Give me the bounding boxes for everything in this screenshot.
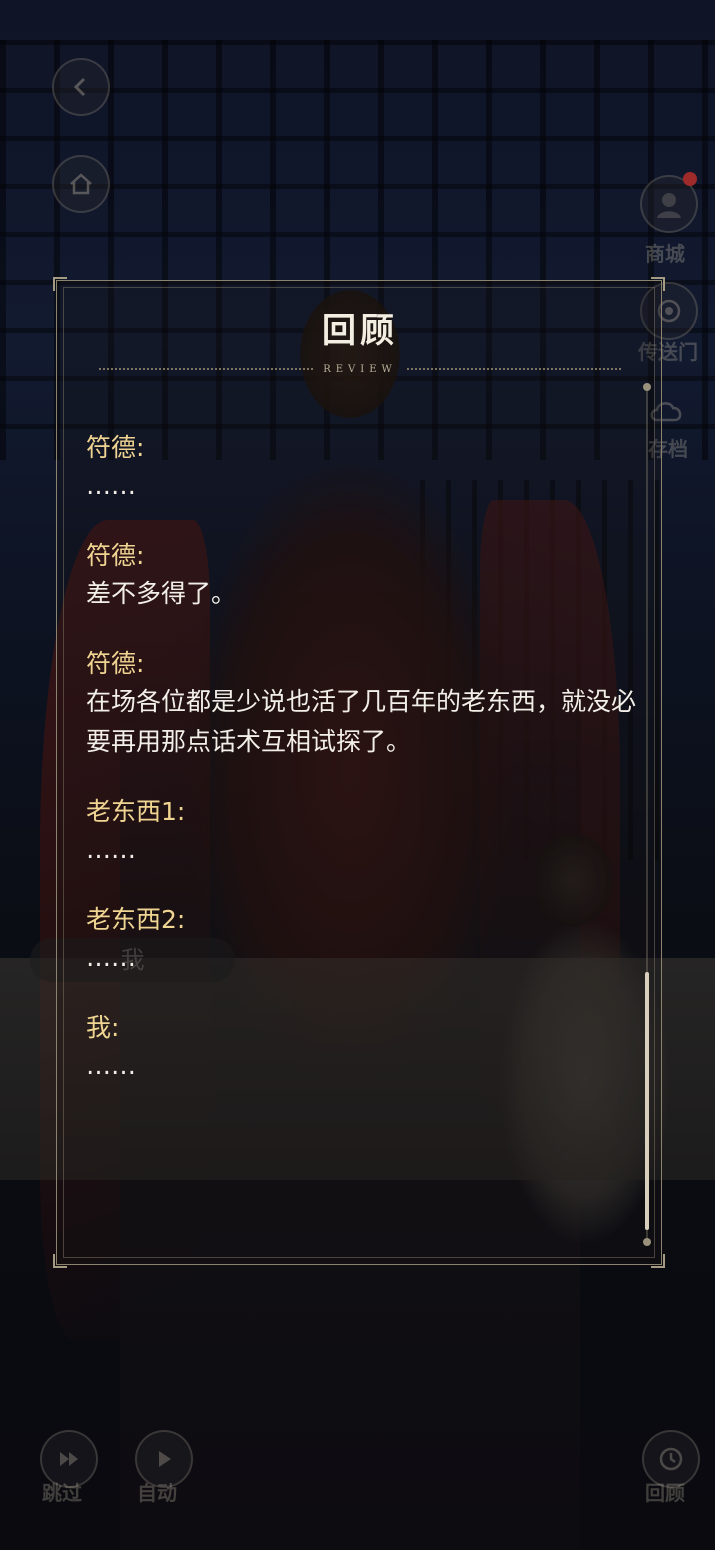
auto-label: 自动 — [137, 1481, 177, 1505]
dotted-divider — [406, 368, 621, 370]
log-text: …… — [86, 471, 136, 500]
review-title: 回顾 — [322, 311, 398, 351]
log-speaker: 我: — [86, 1013, 120, 1042]
review-log[interactable]: 符德: …… 符德: 差不多得了。 符德: 在场各位都是少说也活了几百年的老东西… — [86, 430, 646, 1118]
review-subtitle: REVIEW — [323, 363, 397, 375]
review-subtitle-row: REVIEW — [99, 361, 621, 377]
log-entry: 老东西2: …… — [86, 902, 646, 978]
log-entry: 我: …… — [86, 1010, 646, 1086]
log-text: …… — [86, 835, 136, 864]
log-speaker: 符德: — [86, 541, 145, 570]
corner-ornament — [53, 1254, 67, 1268]
scrollbar-cap-bottom — [643, 1238, 651, 1246]
review-label: 回顾 — [645, 1481, 685, 1505]
home-icon — [70, 173, 92, 195]
log-speaker: 符德: — [86, 649, 145, 678]
log-text: …… — [86, 1051, 136, 1080]
log-entry: 老东西1: …… — [86, 794, 646, 870]
log-speaker: 符德: — [86, 433, 145, 462]
dotted-divider — [99, 368, 314, 370]
play-icon — [159, 1451, 171, 1467]
back-button[interactable] — [52, 58, 110, 116]
scrollbar-cap-top — [643, 383, 651, 391]
log-entry: 符德: 在场各位都是少说也活了几百年的老东西，就没必要再用那点话术互相试探了。 — [86, 646, 646, 762]
log-speaker: 老东西2: — [86, 905, 186, 934]
back-arrow-icon — [73, 77, 86, 97]
log-speaker: 老东西1: — [86, 797, 186, 826]
log-text: 在场各位都是少说也活了几百年的老东西，就没必要再用那点话术互相试探了。 — [86, 687, 637, 756]
log-text: …… — [86, 943, 136, 972]
corner-ornament — [53, 277, 67, 291]
notification-dot — [683, 172, 697, 186]
shop-label: 商城 — [645, 242, 685, 266]
log-entry: 符德: …… — [86, 430, 646, 506]
clock-icon — [659, 1447, 683, 1471]
home-button[interactable] — [52, 155, 110, 213]
log-text: 差不多得了。 — [86, 579, 237, 608]
log-entry: 符德: 差不多得了。 — [86, 538, 646, 614]
skip-label: 跳过 — [42, 1481, 82, 1505]
corner-ornament — [651, 1254, 665, 1268]
corner-ornament — [651, 277, 665, 291]
fast-forward-icon — [60, 1452, 78, 1466]
avatar-icon — [657, 193, 681, 218]
